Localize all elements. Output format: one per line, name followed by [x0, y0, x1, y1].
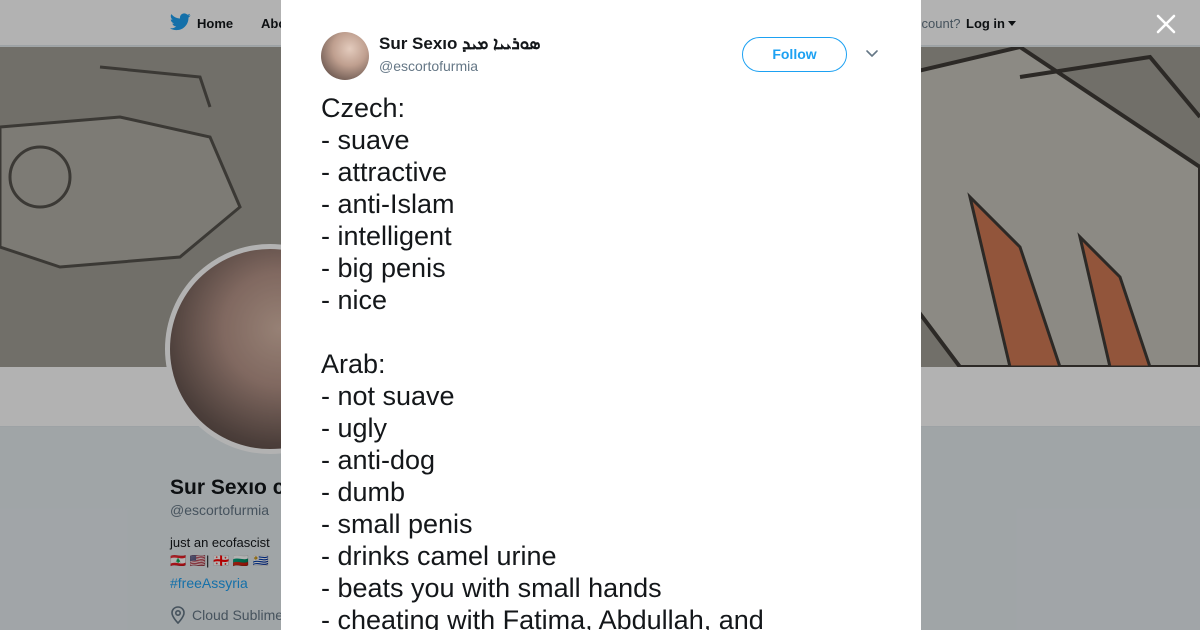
- tweet-line: - cheating with Fatima, Abdullah, and: [321, 605, 764, 630]
- follow-button[interactable]: Follow: [742, 37, 847, 72]
- tweet-line: - drinks camel urine: [321, 541, 557, 571]
- tweet-line: - nice: [321, 285, 388, 315]
- tweet-line: - not suave: [321, 381, 455, 411]
- tweet-line: - beats you with small hands: [321, 573, 662, 603]
- tweet-text: Czech: - suave - attractive - anti-Islam…: [321, 92, 901, 630]
- tweet-line: - anti-dog: [321, 445, 436, 475]
- tweet-line: [321, 316, 901, 348]
- tweet-line: - small penis: [321, 509, 473, 539]
- tweet-line: - big penis: [321, 253, 446, 283]
- tweet-author-handle[interactable]: @escortofurmia: [379, 58, 478, 74]
- tweet-line: - suave: [321, 125, 410, 155]
- tweet-line: - anti-Islam: [321, 189, 455, 219]
- tweet-line: - attractive: [321, 157, 448, 187]
- tweet-line: - ugly: [321, 413, 388, 443]
- tweet-author-avatar[interactable]: [321, 32, 369, 80]
- close-icon[interactable]: [1152, 10, 1180, 38]
- tweet-line: Czech:: [321, 93, 406, 123]
- chevron-down-icon[interactable]: [865, 48, 879, 58]
- tweet-line: - intelligent: [321, 221, 452, 251]
- tweet-line: - dumb: [321, 477, 406, 507]
- tweet-line: Arab:: [321, 349, 386, 379]
- tweet-author-name[interactable]: Sur Sexıo ܣܘܪܝܝܐ ܡܝܕ: [379, 34, 541, 54]
- tweet-modal: Sur Sexıo ܣܘܪܝܝܐ ܡܝܕ @escortofurmia Foll…: [281, 0, 921, 630]
